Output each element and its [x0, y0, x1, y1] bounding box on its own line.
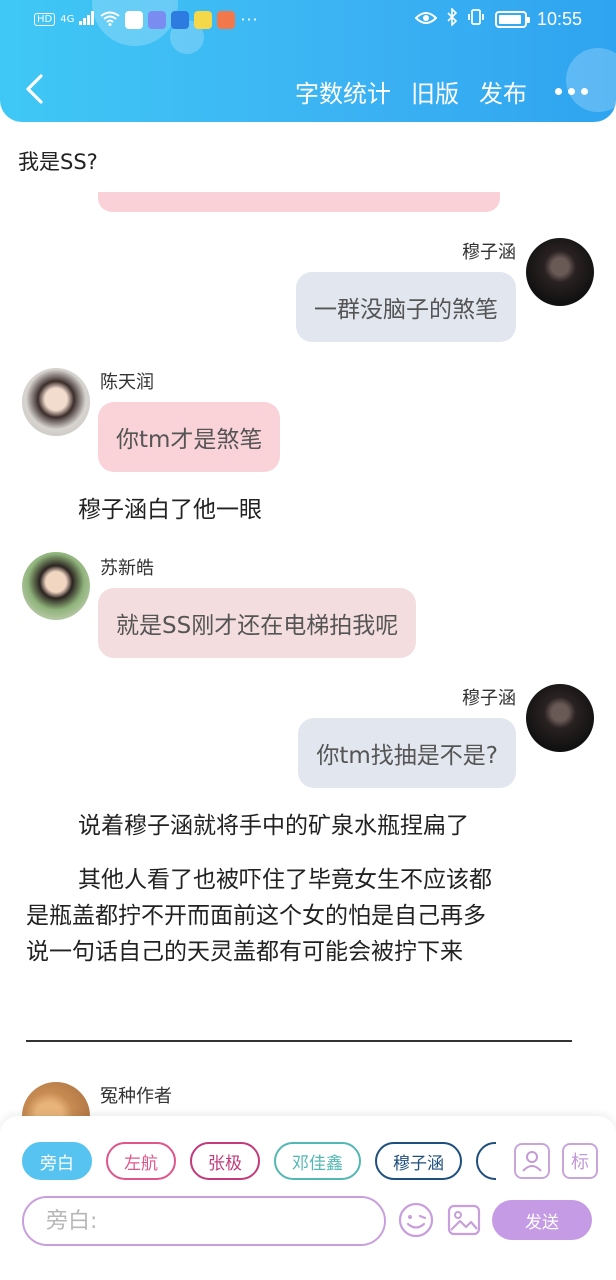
navigation-bar: 字数统计 旧版 发布 — [0, 60, 616, 120]
message-bubble[interactable]: 一群没脑子的煞笔 — [296, 272, 516, 342]
more-notifications-icon: ··· — [240, 10, 259, 29]
character-name: 冤种作者 — [100, 1086, 172, 1107]
composer-panel: 旁白左航张极邓佳鑫穆子涵 标 发送 — [0, 1116, 616, 1280]
story-content[interactable]: 我是SS? 穆子涵 一群没脑子的煞笔 陈天润 你tm才是煞笔 穆子涵白了他一眼 … — [0, 122, 616, 1122]
wifi-icon — [100, 11, 120, 29]
status-right: 10:55 — [414, 7, 582, 31]
image-button[interactable] — [446, 1202, 482, 1238]
character-manage-button[interactable] — [514, 1143, 550, 1179]
app-notification-icon — [125, 10, 144, 29]
tag-button[interactable]: 标 — [562, 1143, 598, 1179]
word-count-button[interactable]: 字数统计 — [295, 74, 391, 109]
avatar[interactable] — [526, 238, 594, 306]
character-name: 陈天润 — [100, 372, 154, 393]
emoji-button[interactable] — [398, 1202, 434, 1238]
role-selector: 旁白 左航 张极 邓佳鑫 穆子涵 — [22, 1142, 496, 1182]
status-left: HD 4G ··· — [34, 10, 259, 29]
back-button[interactable] — [18, 72, 52, 106]
narration-line: 说一句话自己的天灵盖都有可能会被拧下来 — [26, 939, 463, 965]
message-input-wrapper — [22, 1196, 386, 1246]
message-bubble[interactable]: 你tm才是煞笔 — [98, 402, 281, 472]
message-text: 你tm才是煞笔 — [116, 427, 263, 453]
section-divider — [26, 1040, 572, 1042]
clock: 10:55 — [536, 9, 582, 29]
character-name: 苏新皓 — [100, 558, 154, 579]
top-header: HD 4G ··· 10:55 字数统计 旧版 发布 — [0, 0, 616, 122]
app-notification-icon — [194, 10, 213, 29]
narration-text: 穆子涵白了他一眼 — [26, 492, 586, 528]
eye-icon — [414, 9, 438, 30]
character-name: 穆子涵 — [462, 688, 516, 709]
message-bubble[interactable]: 你tm找抽是不是? — [298, 718, 516, 788]
tag-icon: 标 — [571, 1152, 589, 1173]
avatar[interactable] — [526, 684, 594, 752]
role-chip[interactable]: 邓佳鑫 — [274, 1142, 361, 1180]
more-options-button[interactable] — [555, 88, 588, 95]
story-text: 我是SS? — [18, 150, 98, 174]
role-chip[interactable]: 张极 — [190, 1142, 260, 1180]
old-version-button[interactable]: 旧版 — [411, 74, 459, 109]
chevron-left-icon — [26, 74, 43, 104]
role-chip[interactable]: 旁白 — [22, 1142, 92, 1180]
avatar[interactable] — [22, 368, 90, 436]
smiley-icon — [398, 1202, 434, 1238]
narration-line: 穆子涵白了他一眼 — [78, 497, 262, 523]
bluetooth-icon — [447, 7, 458, 31]
publish-button[interactable]: 发布 — [479, 74, 527, 109]
narration-text: 说着穆子涵就将手中的矿泉水瓶捏扁了 — [26, 808, 586, 844]
signal-icon — [79, 11, 95, 28]
narration-line: 其他人看了也被吓住了毕竟女生不应该都 — [78, 867, 492, 893]
role-chip[interactable]: 左航 — [106, 1142, 176, 1180]
character-name: 穆子涵 — [462, 242, 516, 263]
role-chip[interactable] — [476, 1142, 496, 1180]
nav-actions: 字数统计 旧版 发布 — [295, 74, 588, 109]
narration-text: 其他人看了也被吓住了毕竟女生不应该都 是瓶盖都拧不开而面前这个女的怕是自己再多 … — [26, 862, 586, 970]
message-text: 就是SS刚才还在电梯拍我呢 — [116, 613, 399, 639]
app-notification-icon — [171, 10, 190, 29]
avatar[interactable] — [22, 552, 90, 620]
narration-line: 说着穆子涵就将手中的矿泉水瓶捏扁了 — [78, 813, 469, 839]
send-button[interactable]: 发送 — [492, 1200, 592, 1240]
narration-line: 是瓶盖都拧不开而面前这个女的怕是自己再多 — [26, 903, 486, 929]
hd-label: HD — [34, 13, 56, 26]
app-notification-icon — [217, 10, 236, 29]
user-icon — [522, 1151, 542, 1172]
status-bar: HD 4G ··· 10:55 — [0, 0, 616, 44]
vibrate-icon — [467, 8, 485, 31]
message-bubble[interactable]: 就是SS刚才还在电梯拍我呢 — [98, 588, 417, 658]
message-bubble — [98, 192, 500, 212]
message-text: 一群没脑子的煞笔 — [314, 297, 498, 323]
image-icon — [447, 1204, 481, 1236]
network-label: 4G — [60, 14, 75, 25]
battery-icon — [494, 11, 530, 28]
app-notification-icon — [148, 10, 167, 29]
role-chip[interactable]: 穆子涵 — [375, 1142, 462, 1180]
message-text: 你tm找抽是不是? — [316, 743, 498, 769]
message-input[interactable] — [46, 1208, 362, 1234]
